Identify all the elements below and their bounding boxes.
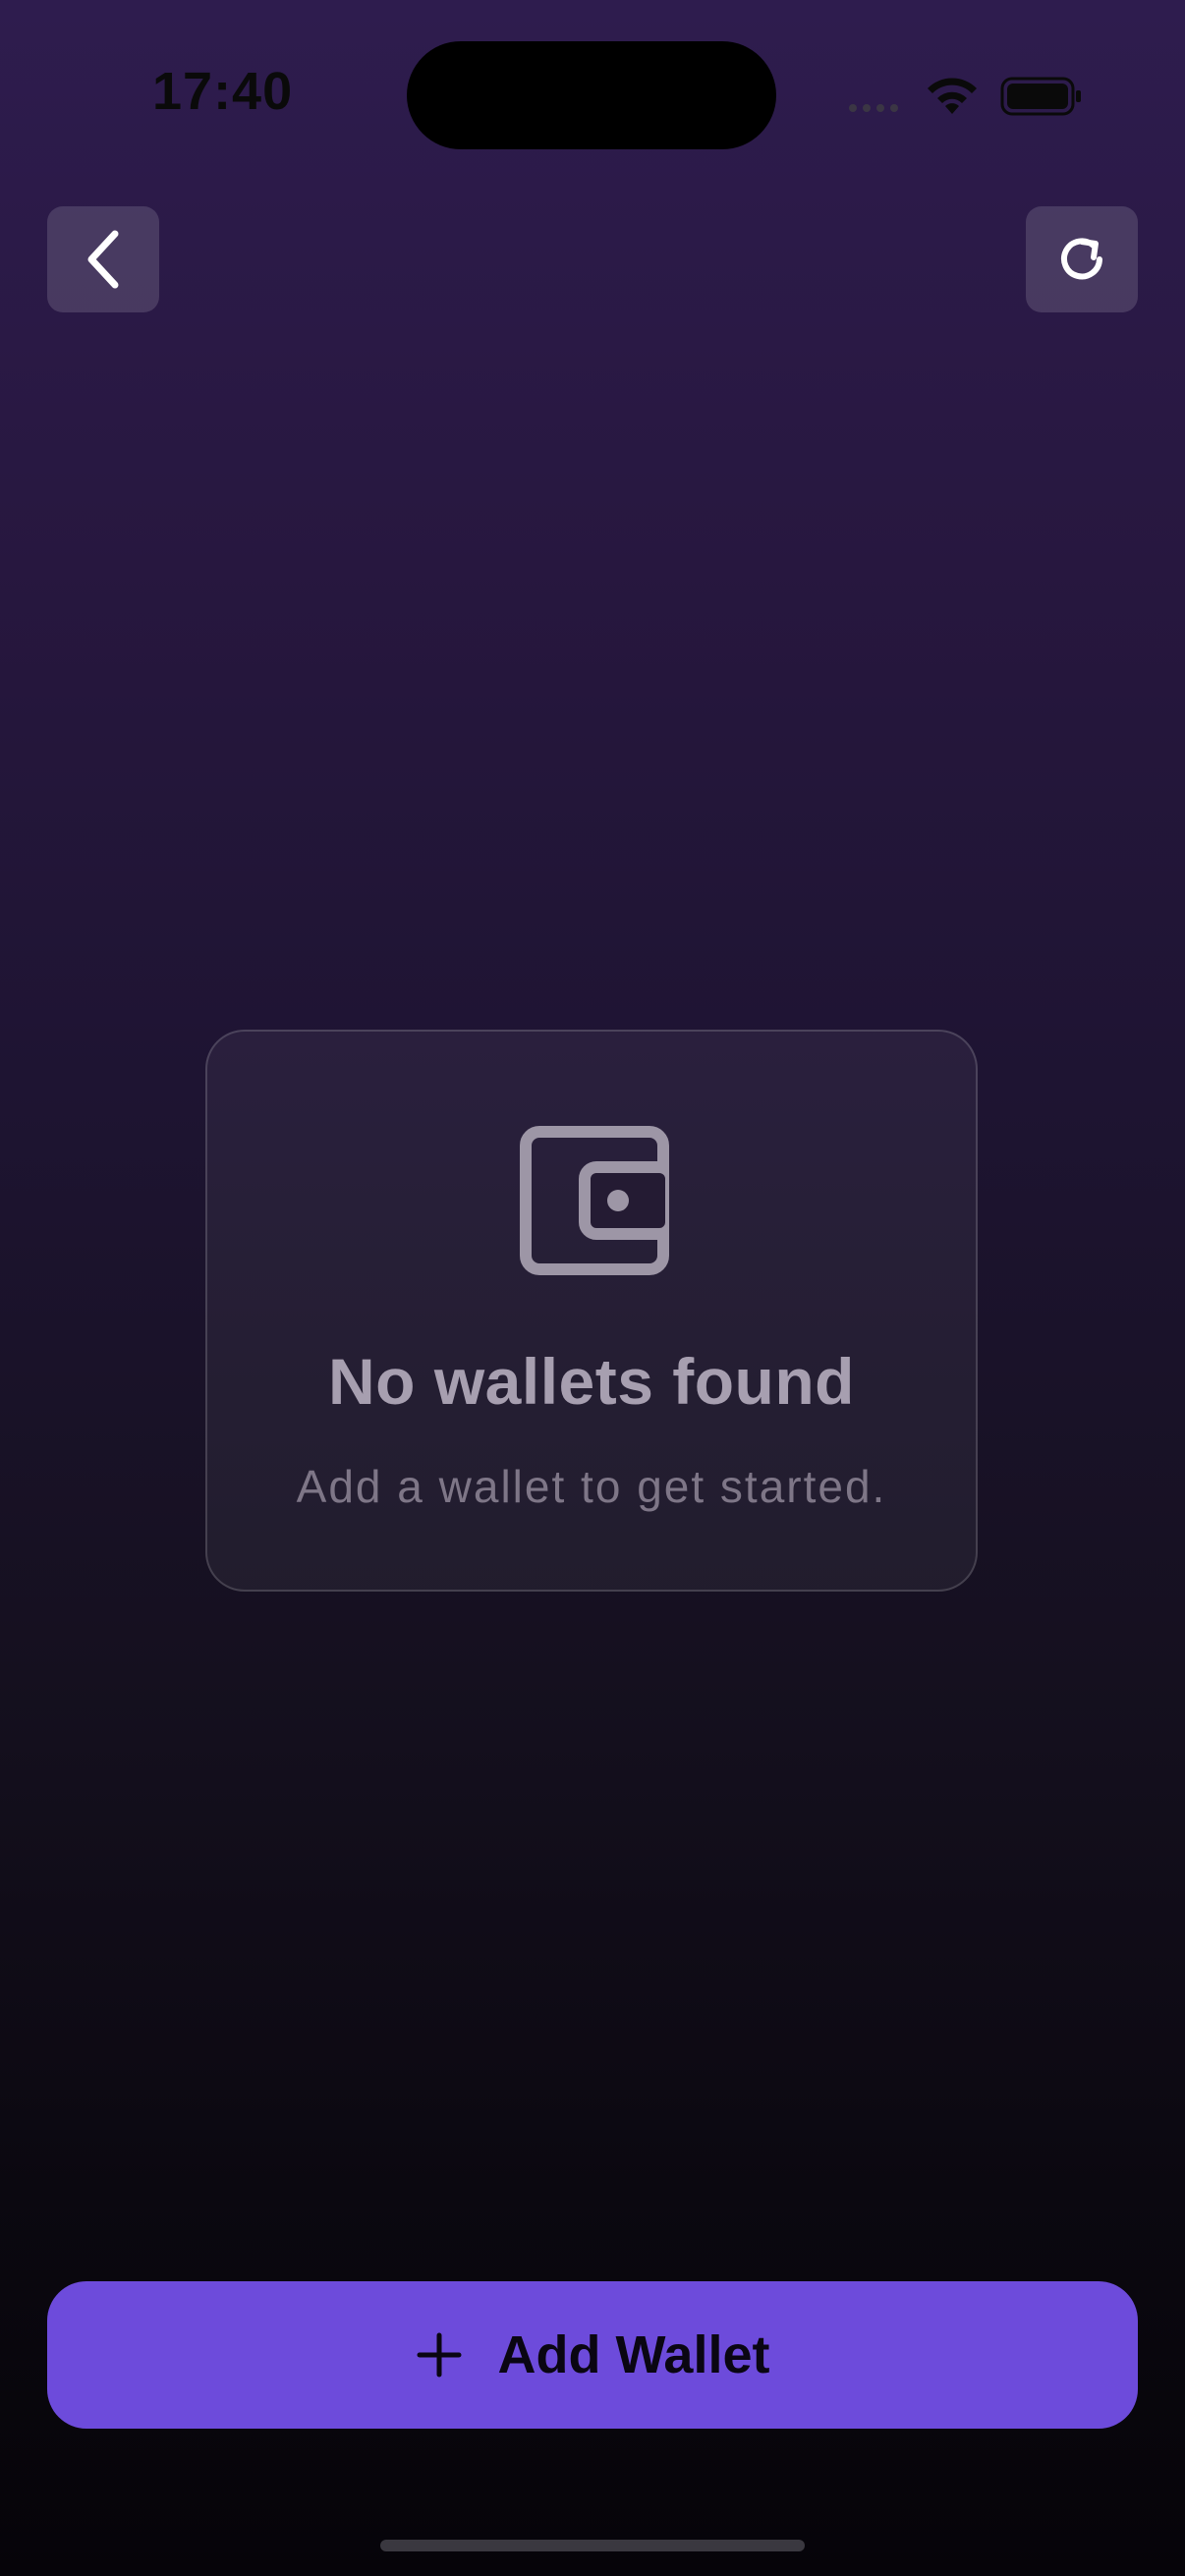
empty-state-title: No wallets found xyxy=(328,1345,855,1418)
empty-state-subtitle: Add a wallet to get started. xyxy=(296,1461,887,1512)
wifi-icon xyxy=(928,78,977,114)
refresh-icon xyxy=(1061,238,1102,280)
plus-icon xyxy=(417,2332,461,2378)
add-wallet-label: Add Wallet xyxy=(497,2325,770,2384)
dynamic-island xyxy=(407,41,776,149)
wallet-icon xyxy=(520,1126,669,1275)
refresh-button[interactable] xyxy=(1026,206,1138,312)
back-button[interactable] xyxy=(47,206,159,312)
battery-icon xyxy=(1000,77,1081,116)
cellular-signal-icon xyxy=(849,104,898,112)
empty-state-card: No wallets found Add a wallet to get sta… xyxy=(205,1030,978,1592)
status-time: 17:40 xyxy=(152,62,294,121)
home-indicator[interactable] xyxy=(380,2540,805,2551)
add-wallet-button[interactable]: Add Wallet xyxy=(47,2281,1138,2429)
chevron-left-icon xyxy=(87,230,119,289)
wallets-screen: 17:40 No wallets found Add a wallet to g… xyxy=(0,0,1185,2576)
